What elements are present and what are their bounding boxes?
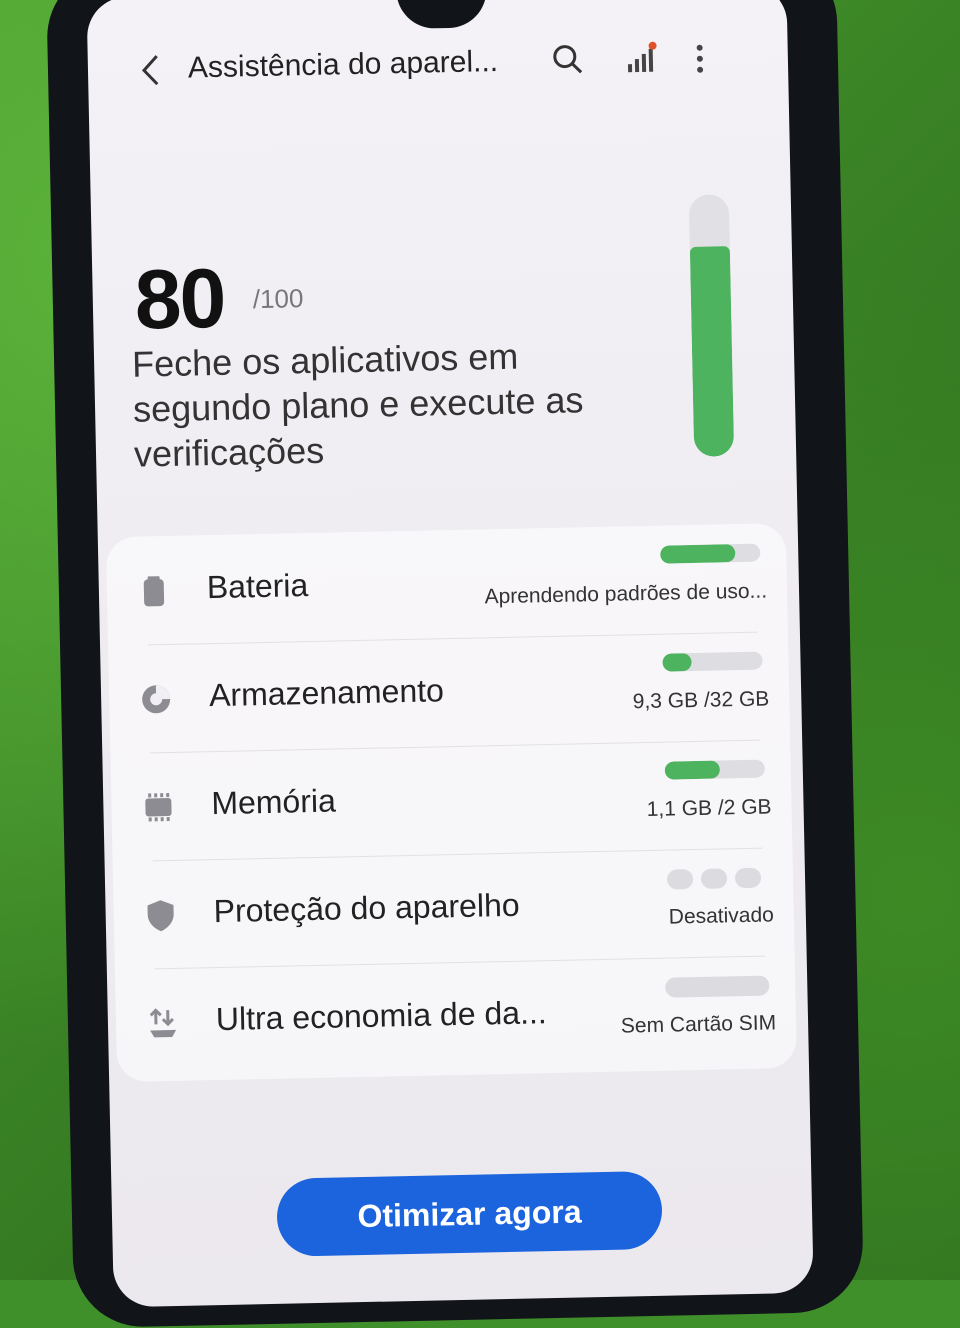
item-status: 1,1 GB /2 GB [646, 795, 771, 822]
score-max: /100 [253, 283, 304, 315]
list-item-ultra-economia[interactable]: Ultra economia de da... Sem Cartão SIM [115, 955, 797, 1079]
score-level-bar [689, 194, 734, 457]
protection-status-dots [667, 868, 767, 892]
score-value: 80 [134, 250, 225, 349]
list-item-memoria[interactable]: Memória 1,1 GB /2 GB [110, 739, 792, 863]
camera-notch [396, 0, 487, 29]
list-item-bateria[interactable]: Bateria Aprendendo padrões de uso... [106, 523, 788, 647]
page-title: Assistência do aparel... [188, 45, 499, 85]
item-label: Ultra economia de da... [216, 994, 548, 1038]
list-item-protecao[interactable]: Proteção do aparelho Desativado [113, 847, 795, 971]
storage-icon [139, 682, 174, 717]
phone-frame: Assistência do aparel... 80 /100 Feche o… [46, 0, 864, 1328]
memory-chip-icon [141, 790, 176, 825]
score-level-fill [690, 247, 734, 457]
item-status: Desativado [669, 903, 775, 929]
item-status: Aprendendo padrões de uso... [484, 579, 767, 609]
status-card: Bateria Aprendendo padrões de uso... Arm… [106, 523, 797, 1082]
storage-progress-bar [662, 652, 762, 672]
memory-progress-bar [665, 760, 765, 780]
back-arrow-icon[interactable] [132, 50, 173, 91]
item-label: Memória [211, 783, 336, 823]
optimize-now-button[interactable]: Otimizar agora [276, 1171, 663, 1257]
battery-progress-fill [660, 544, 735, 564]
app-header: Assistência do aparel... [88, 33, 789, 108]
memory-progress-fill [665, 760, 720, 779]
battery-icon [137, 574, 172, 609]
shield-icon [143, 898, 178, 933]
screen: Assistência do aparel... 80 /100 Feche o… [86, 0, 813, 1307]
search-icon[interactable] [547, 39, 588, 80]
data-saver-icon [146, 1006, 181, 1041]
storage-progress-fill [662, 653, 691, 672]
item-label: Bateria [206, 567, 308, 606]
item-label: Proteção do aparelho [213, 887, 520, 930]
item-status: Sem Cartão SIM [621, 1011, 777, 1038]
item-status: 9,3 GB /32 GB [633, 687, 770, 714]
more-vertical-icon[interactable] [681, 38, 718, 79]
signal-bars-icon[interactable] [621, 40, 658, 77]
item-label: Armazenamento [209, 672, 445, 714]
score-message: Feche os aplicativos em segundo plano e … [132, 331, 655, 477]
list-item-armazenamento[interactable]: Armazenamento 9,3 GB /32 GB [108, 631, 790, 755]
data-saver-status-bar [665, 975, 769, 997]
battery-progress-bar [660, 544, 760, 564]
